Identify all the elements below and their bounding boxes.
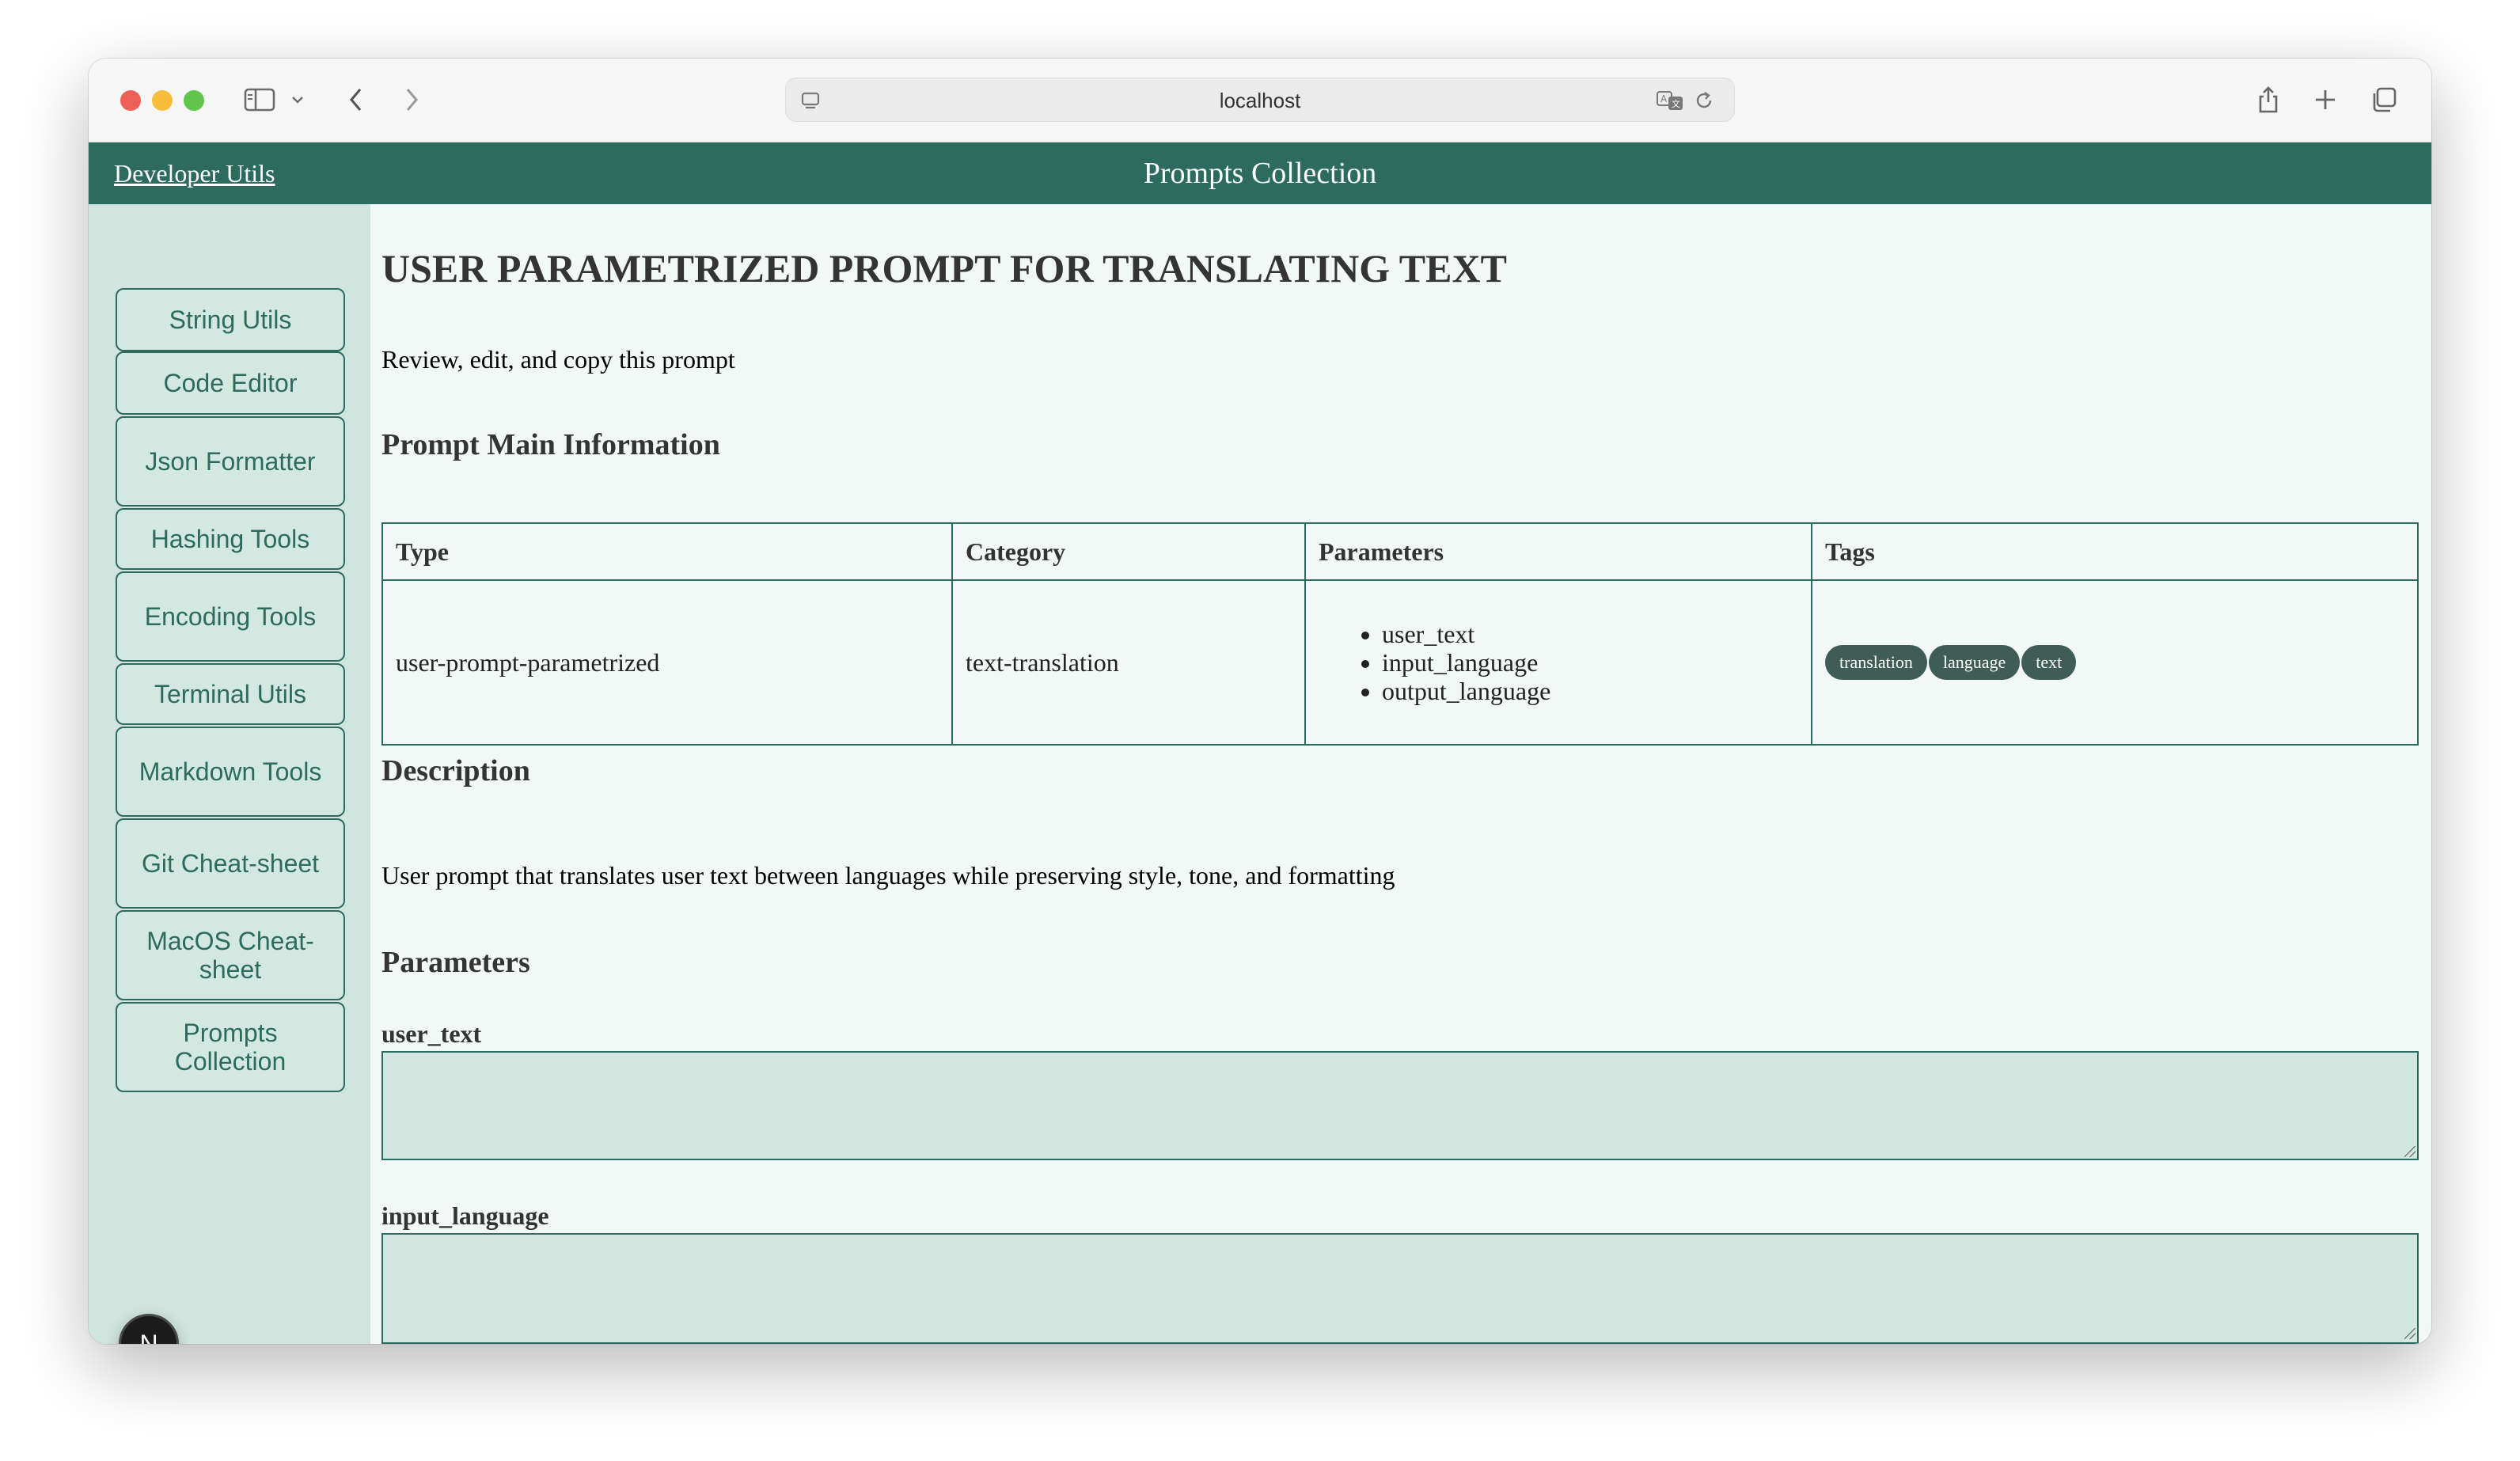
sidebar-item-terminal-utils[interactable]: Terminal Utils: [116, 663, 345, 725]
share-icon[interactable]: [2252, 76, 2284, 123]
svg-text:文: 文: [1672, 98, 1680, 109]
sidebar-item-string-utils[interactable]: String Utils: [116, 288, 345, 351]
sidebar-item-code-editor[interactable]: Code Editor: [116, 351, 345, 415]
minimize-window-button[interactable]: [152, 90, 173, 111]
developer-utils-link[interactable]: Developer Utils: [114, 142, 275, 204]
tag-badge: text: [2021, 645, 2077, 680]
column-header-category: Category: [951, 522, 1306, 581]
sidebar-toggle-icon[interactable]: [241, 76, 279, 123]
tag-list: translation language text: [1825, 645, 2404, 680]
list-item: user_text: [1382, 620, 1798, 648]
app-header: Prompts Collection Developer Utils: [89, 142, 2431, 204]
user-text-label: user_text: [381, 1019, 482, 1048]
category-cell: text-translation: [951, 579, 1306, 746]
page-title: USER PARAMETRIZED PROMPT FOR TRANSLATING…: [381, 246, 1507, 290]
browser-toolbar: localhost A文: [89, 59, 2431, 142]
list-item: output_language: [1382, 677, 1798, 705]
page-subtitle: Review, edit, and copy this prompt: [381, 345, 735, 374]
prompt-info-table: Type Category Parameters Tags user-promp…: [381, 522, 2419, 746]
tag-badge: translation: [1825, 645, 1927, 680]
column-header-tags: Tags: [1811, 522, 2419, 581]
column-header-parameters: Parameters: [1304, 522, 1812, 581]
sidebar-item-encoding-tools[interactable]: Encoding Tools: [116, 571, 345, 662]
new-tab-icon[interactable]: [2309, 76, 2341, 123]
tags-cell: translation language text: [1811, 579, 2419, 746]
browser-window: localhost A文 Prompts Collection Develope…: [89, 59, 2431, 1344]
forward-arrow-icon[interactable]: [396, 76, 427, 123]
table-row: user-prompt-parametrized text-translatio…: [381, 579, 2419, 746]
sidebar-item-git-cheat-sheet[interactable]: Git Cheat-sheet: [116, 818, 345, 909]
sidebar-item-macos-cheat-sheet[interactable]: MacOS Cheat-sheet: [116, 910, 345, 1000]
description-text: User prompt that translates user text be…: [381, 861, 1395, 890]
parameters-cell: user_text input_language output_language: [1304, 579, 1812, 746]
sidebar-item-hashing-tools[interactable]: Hashing Tools: [116, 508, 345, 570]
url-text: localhost: [1219, 88, 1301, 112]
tag-badge: language: [1928, 645, 2021, 680]
address-bar[interactable]: localhost A文: [785, 78, 1735, 122]
resize-handle-icon[interactable]: [2404, 1146, 2416, 1157]
chevron-down-icon[interactable]: [288, 76, 307, 123]
back-arrow-icon[interactable]: [340, 76, 372, 123]
reload-icon[interactable]: [1691, 78, 1717, 123]
sidebar-item-json-formatter[interactable]: Json Formatter: [116, 416, 345, 507]
type-cell: user-prompt-parametrized: [381, 579, 953, 746]
table-header-row: Type Category Parameters Tags: [381, 522, 2419, 581]
translate-icon[interactable]: A文: [1655, 78, 1687, 123]
user-text-input[interactable]: [381, 1051, 2419, 1160]
main-content: [370, 204, 2431, 1344]
sidebar-item-markdown-tools[interactable]: Markdown Tools: [116, 727, 345, 817]
parameters-list: user_text input_language output_language: [1319, 620, 1798, 705]
tab-overview-icon[interactable]: [2368, 76, 2400, 123]
column-header-type: Type: [381, 522, 953, 581]
app-title: Prompts Collection: [1143, 157, 1377, 190]
parameters-heading: Parameters: [381, 946, 530, 979]
sidebar: String Utils Code Editor Json Formatter …: [89, 204, 370, 1344]
maximize-window-button[interactable]: [184, 90, 204, 111]
description-heading: Description: [381, 754, 530, 787]
close-window-button[interactable]: [120, 90, 141, 111]
list-item: input_language: [1382, 648, 1798, 677]
main-info-heading: Prompt Main Information: [381, 428, 720, 461]
sidebar-item-prompts-collection[interactable]: Prompts Collection: [116, 1002, 345, 1092]
svg-text:A: A: [1660, 93, 1668, 104]
input-language-input[interactable]: [381, 1233, 2419, 1344]
input-language-label: input_language: [381, 1201, 549, 1230]
resize-handle-icon[interactable]: [2404, 1328, 2416, 1339]
